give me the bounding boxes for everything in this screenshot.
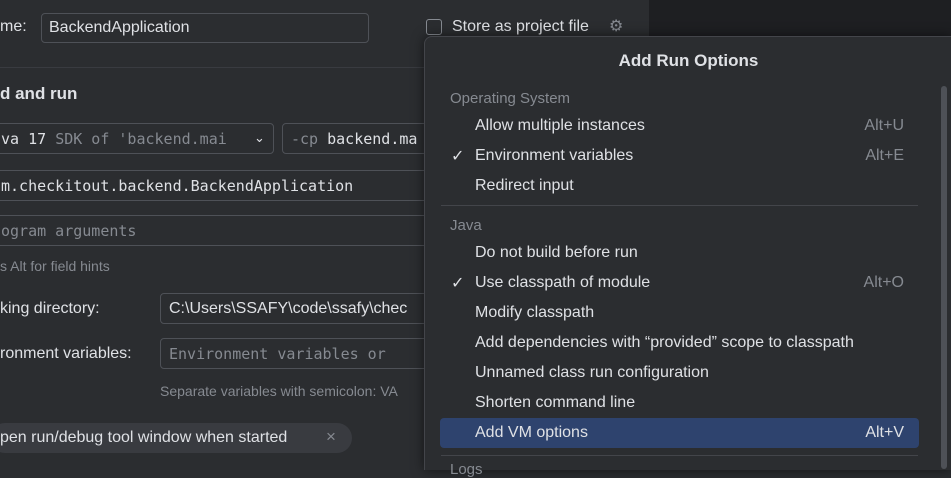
gear-icon[interactable]: ⚙ (609, 16, 623, 36)
group-logs-partial: Logs (450, 461, 483, 478)
working-directory-field[interactable]: C:\Users\SSAFY\code\ssafy\chec (160, 293, 450, 324)
menu-item-label: Unnamed class run configuration (475, 364, 709, 381)
working-directory-value: C:\Users\SSAFY\code\ssafy\chec (169, 300, 408, 317)
menu-item-label: Redirect input (475, 177, 574, 194)
main-class-value: m.checkitout.backend.BackendApplication (1, 177, 354, 195)
cp-value: backend.ma (327, 130, 418, 148)
menu-item-label: Allow multiple instances (475, 117, 645, 134)
jdk-version: va 17 (1, 130, 47, 148)
main-class-field[interactable]: m.checkitout.backend.BackendApplication (0, 170, 444, 201)
environment-variables-label: ronment variables: (0, 345, 132, 362)
environment-variables-placeholder: Environment variables or (169, 345, 386, 363)
menu-item-label: Add dependencies with “provided” scope t… (475, 334, 854, 351)
menu-item-shortcut: Alt+E (865, 147, 904, 164)
checkmark-icon: ✓ (451, 148, 465, 165)
open-tool-window-option-label: pen run/debug tool window when started (0, 429, 288, 446)
jdk-select[interactable]: va 17 SDK of 'backend.mai (0, 123, 274, 154)
jdk-detail: SDK of 'backend.mai (55, 130, 227, 148)
classpath-select[interactable]: -cp backend.ma (282, 123, 442, 154)
menu-item-label: Modify classpath (475, 304, 595, 321)
chevron-down-icon: ⌄ (254, 130, 265, 145)
menu-item-environment-variables[interactable]: ✓ Environment variables Alt+E (440, 141, 919, 171)
section-divider (0, 67, 424, 68)
store-as-project-file-checkbox[interactable] (426, 19, 442, 35)
menu-item-label: Shorten command line (475, 394, 636, 411)
menu-item-add-provided-dependencies[interactable]: Add dependencies with “provided” scope t… (440, 328, 919, 358)
menu-item-shortcut: Alt+U (864, 117, 904, 134)
popup-scrollbar[interactable] (941, 86, 947, 469)
close-icon[interactable]: × (326, 427, 336, 447)
environment-variables-hint: Separate variables with semicolon: VA (160, 383, 398, 399)
checkmark-icon: ✓ (451, 275, 465, 292)
menu-item-modify-classpath[interactable]: Modify classpath (440, 298, 919, 328)
menu-item-label: Do not build before run (475, 244, 638, 261)
program-arguments-field[interactable]: ogram arguments (0, 215, 444, 246)
add-run-options-popup: Add Run Options Operating System Allow m… (424, 36, 951, 478)
working-directory-label: king directory: (0, 300, 100, 317)
menu-item-shortcut: Alt+O (863, 274, 904, 291)
name-label: me: (0, 18, 27, 35)
open-tool-window-option-tag[interactable]: pen run/debug tool window when started × (0, 423, 352, 453)
menu-item-redirect-input[interactable]: Redirect input (440, 171, 919, 201)
group-operating-system: Operating System (450, 90, 571, 107)
cp-prefix: -cp (291, 130, 319, 148)
store-as-project-file-label[interactable]: Store as project file (452, 18, 589, 36)
menu-item-add-vm-options[interactable]: Add VM options Alt+V (440, 418, 919, 448)
menu-item-shorten-command-line[interactable]: Shorten command line (440, 388, 919, 418)
environment-variables-field[interactable]: Environment variables or (160, 338, 450, 369)
menu-item-do-not-build-before-run[interactable]: Do not build before run (440, 238, 919, 268)
popup-title: Add Run Options (618, 51, 759, 70)
menu-item-label: Environment variables (475, 147, 634, 164)
group-separator (441, 205, 918, 206)
build-and-run-title: d and run (0, 84, 78, 103)
program-arguments-placeholder: ogram arguments (1, 222, 137, 240)
menu-item-label: Add VM options (475, 424, 588, 441)
menu-item-use-classpath-of-module[interactable]: ✓ Use classpath of module Alt+O (440, 268, 919, 298)
menu-item-allow-multiple-instances[interactable]: Allow multiple instances Alt+U (440, 111, 919, 141)
menu-item-shortcut: Alt+V (865, 424, 904, 441)
menu-item-label: Use classpath of module (475, 274, 651, 291)
name-field-value: BackendApplication (49, 19, 190, 36)
group-separator (441, 455, 918, 456)
menu-item-unnamed-class-run-configuration[interactable]: Unnamed class run configuration (440, 358, 919, 388)
name-field[interactable]: BackendApplication (41, 13, 369, 43)
group-java: Java (450, 217, 482, 234)
field-hint-text: s Alt for field hints (0, 258, 110, 274)
